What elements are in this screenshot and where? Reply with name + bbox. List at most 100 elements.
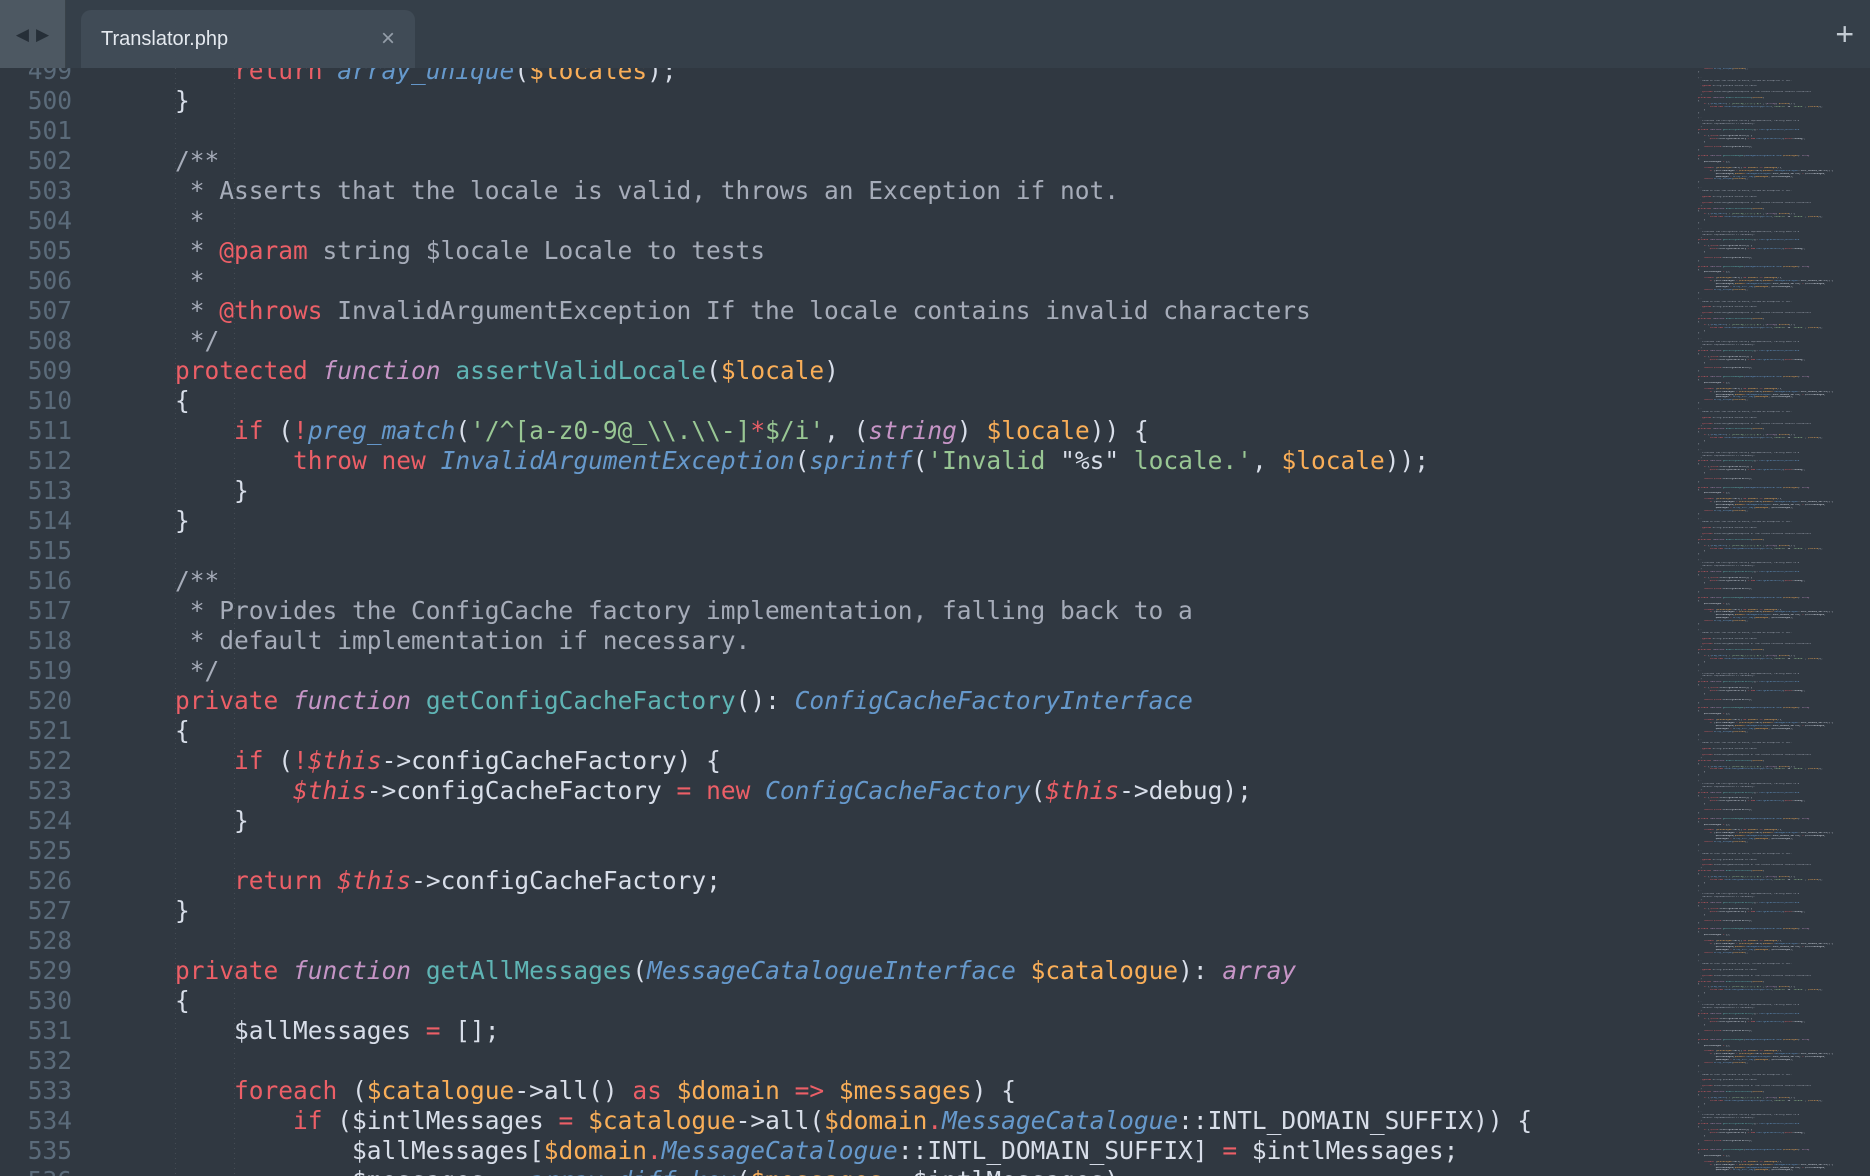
code-token: 'Invalid	[1773, 879, 1786, 881]
code-token: }	[1692, 71, 1699, 73]
code-token: @throws	[1702, 864, 1712, 866]
code-area[interactable]: 499 return array_unique($locales);500 }5…	[0, 68, 1690, 1176]
minimap[interactable]: return array_unique($locales); } /** * A…	[1692, 68, 1856, 1176]
code-token: $locale	[1808, 437, 1818, 439]
code-token	[367, 446, 382, 475]
code-token: }	[1692, 362, 1705, 364]
code-token: $messages	[1692, 1059, 1730, 1061]
code-token: [];	[441, 1016, 500, 1045]
code-token: $catalogue	[1717, 1161, 1732, 1163]
code-token: array_unique	[1714, 510, 1732, 512]
code-token: }	[1692, 402, 1699, 404]
code-token: $locale	[1779, 1097, 1789, 1099]
code-token: $locales	[1733, 399, 1745, 401]
code-token: {	[1692, 1015, 1699, 1017]
code-token: sprintf	[1761, 216, 1771, 218]
code-token: */	[1692, 315, 1702, 317]
code-token: ->debug);	[1792, 580, 1805, 582]
code-token: ) {	[1777, 940, 1781, 942]
code-token: getConfigCacheFactory	[1723, 792, 1754, 794]
code-token: $locale	[1752, 649, 1762, 651]
code-token: */	[1692, 757, 1702, 759]
code-token: $this	[308, 746, 382, 775]
code-token: $this	[1710, 469, 1717, 471]
code-token	[116, 686, 175, 715]
code-token	[1692, 1097, 1704, 1099]
code-token: $catalogue	[1739, 391, 1754, 393]
new-tab-button[interactable]: +	[1835, 0, 1854, 68]
code-token: )	[1762, 1091, 1763, 1093]
code-token: ,	[1252, 446, 1282, 475]
code-token: }	[1692, 219, 1705, 221]
code-token: {	[1692, 1094, 1699, 1096]
code-token: locale.'	[1792, 327, 1805, 329]
code-token: MessageCatalogueInterface	[1745, 487, 1782, 489]
code-line: 531 $allMessages = [];	[0, 1016, 1690, 1046]
code-token	[1692, 1100, 1710, 1102]
code-text: return array_unique($locales);	[72, 68, 677, 86]
code-token	[1692, 170, 1710, 172]
code-line: 503 * Asserts that the locale is valid, …	[0, 176, 1690, 206]
code-token: ::INTL_DOMAIN_SUFFIX]	[1770, 394, 1802, 396]
code-token: ) {	[1777, 1050, 1781, 1052]
code-token: }	[1692, 1065, 1699, 1067]
code-token: );	[1745, 1062, 1748, 1064]
code-token: (	[264, 746, 294, 775]
code-token: preg_match	[1711, 766, 1726, 768]
nav-back-icon[interactable]: ◀	[16, 26, 29, 43]
code-token: function	[1713, 97, 1725, 99]
code-token: ->debug);	[1792, 1021, 1805, 1023]
code-token: protected	[1698, 208, 1711, 210]
code-token: ->configCacheFactory) {	[1718, 466, 1752, 468]
code-token: MessageCatalogue	[662, 1136, 898, 1165]
code-token: ::INTL_DOMAIN_SUFFIX]	[1770, 614, 1802, 616]
code-token: array	[1802, 1149, 1809, 1151]
tab-translator-php[interactable]: Translator.php ×	[81, 10, 415, 68]
close-icon[interactable]: ×	[381, 27, 395, 51]
code-token: @param	[1702, 306, 1711, 308]
code-token: string $locale Locale to tests	[1711, 748, 1757, 750]
code-token: $locale	[1752, 760, 1762, 762]
tab-title: Translator.php	[101, 28, 381, 51]
code-token: $domain	[1762, 611, 1772, 613]
editor[interactable]: 499 return array_unique($locales);500 }5…	[0, 68, 1870, 1176]
code-token: )) {	[1789, 986, 1795, 988]
code-token: ) {	[1777, 167, 1781, 169]
code-token: private	[1698, 1149, 1708, 1151]
code-token: throw	[1710, 106, 1717, 108]
code-token: $intlMessages;	[1804, 946, 1826, 948]
code-token: '/^[a-z0-9@_\\.\\-]	[1727, 434, 1755, 436]
code-token: ->configCacheFactory	[1717, 469, 1748, 471]
code-token: getAllMessages	[1723, 707, 1744, 709]
code-token: [];	[1724, 824, 1730, 826]
code-token: */	[1692, 678, 1702, 680]
code-token: throw	[1710, 989, 1717, 991]
nav-forward-icon[interactable]: ▶	[36, 26, 49, 43]
code-token	[1692, 327, 1710, 329]
code-text: * Asserts that the locale is valid, thro…	[72, 176, 1119, 206]
code-token: (	[706, 356, 721, 385]
code-token: */	[116, 326, 219, 355]
code-token: protected	[1698, 539, 1711, 541]
code-token: getAllMessages	[1723, 1149, 1744, 1151]
code-token: }	[116, 506, 190, 535]
code-token: array_diff_key	[1733, 949, 1754, 951]
code-token: $domain	[544, 1136, 647, 1165]
code-token: ConfigCacheFactoryInterface	[1760, 1013, 1800, 1015]
code-token: foreach	[1704, 829, 1714, 831]
code-token: InvalidArgumentException If the locale c…	[1713, 754, 1811, 756]
code-token: /**	[1692, 518, 1702, 520]
code-token: }	[1692, 332, 1699, 334]
code-token: @throws	[1702, 423, 1712, 425]
code-token: , $intlMessages);	[1768, 949, 1793, 951]
code-token: * Asserts that the locale is valid, thro…	[1692, 190, 1792, 192]
code-token: assertValidLocale	[1726, 649, 1751, 651]
code-token	[1692, 1050, 1704, 1052]
code-token: $catalogue	[367, 1076, 515, 1105]
code-token: $allMessages[	[1692, 946, 1735, 948]
code-token: private	[1698, 1123, 1708, 1125]
code-token: $domain	[1735, 835, 1745, 837]
code-token: }	[1692, 591, 1699, 593]
code-token: /**	[1692, 1111, 1702, 1113]
code-token: throw	[1710, 658, 1717, 660]
